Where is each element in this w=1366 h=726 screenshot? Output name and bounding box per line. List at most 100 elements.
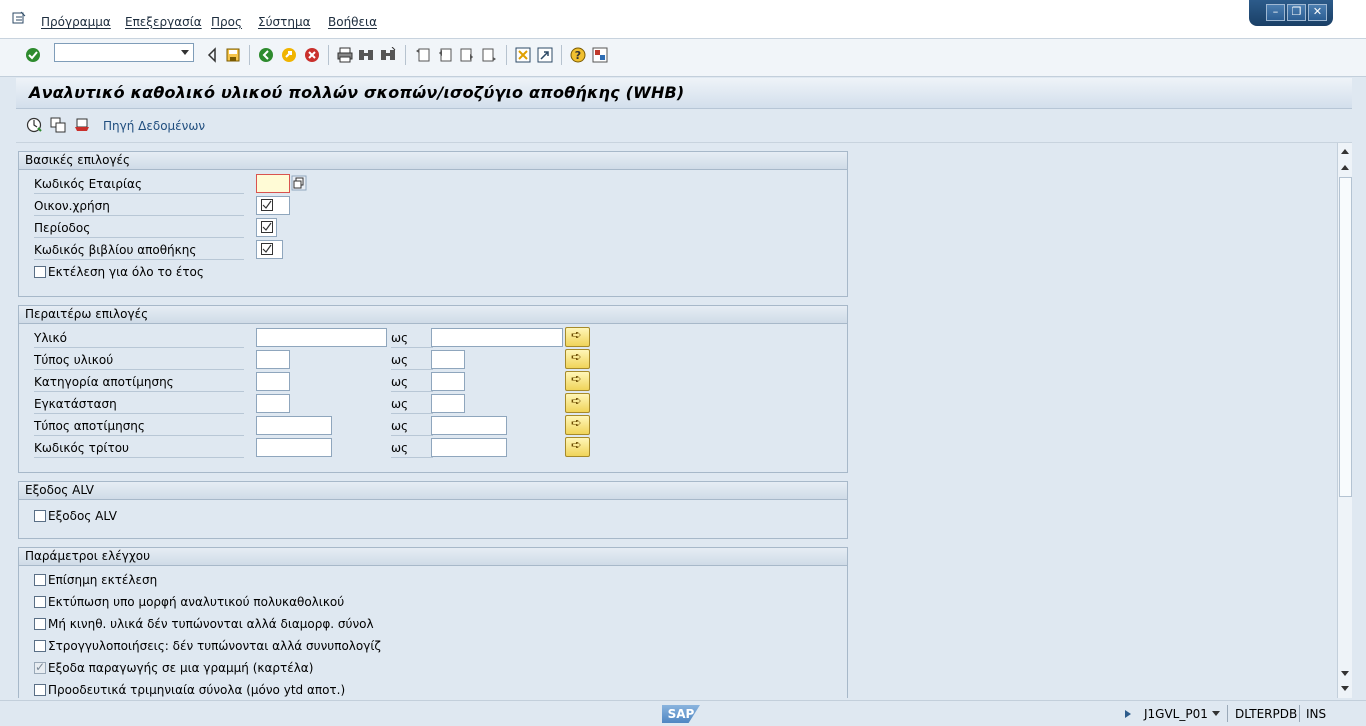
title-bar: Αναλυτικό καθολικό υλικού πολλών σκοπών/… (16, 78, 1352, 109)
execute-icon[interactable] (26, 117, 42, 133)
multiple-selection-icon[interactable] (291, 175, 307, 191)
material-type-to-input[interactable] (431, 350, 465, 369)
variants-icon[interactable] (50, 117, 66, 133)
valuation-class-from-input[interactable] (256, 372, 290, 391)
whole-year-checkbox[interactable] (34, 266, 46, 278)
menu-system[interactable]: Σύστημα (258, 15, 311, 29)
menu-doc-icon[interactable] (12, 11, 26, 25)
third-party-from-input[interactable] (256, 438, 332, 457)
restore-icon[interactable]: ❐ (1287, 4, 1306, 21)
group-alv-header: Εξοδος ALV (19, 482, 847, 500)
non-moving-materials-checkbox[interactable] (34, 618, 46, 630)
group-control-parameters: Παράμετροι ελέγχου Επίσημη εκτέλεση Εκτύ… (18, 547, 848, 698)
exit-icon[interactable] (281, 47, 297, 63)
alv-output-checkbox[interactable] (34, 510, 46, 522)
valuation-type-to-input[interactable] (431, 416, 507, 435)
create-session-icon[interactable] (515, 47, 531, 63)
material-type-from-input[interactable] (256, 350, 290, 369)
production-costs-label: Εξοδα παραγωγής σε μια γραμμή (καρτέλα) (48, 661, 314, 675)
alv-output-label: Εξοδος ALV (48, 509, 117, 523)
menu-program[interactable]: Πρόγραμμα (41, 15, 111, 29)
warehouse-book-input[interactable] (256, 240, 283, 259)
back-icon[interactable] (204, 47, 220, 63)
customize-icon[interactable] (592, 47, 608, 63)
status-expand-icon[interactable] (1124, 709, 1132, 719)
multiple-selection-arrow-icon[interactable] (565, 371, 590, 391)
material-label: Υλικό (34, 331, 244, 348)
shortcut-icon[interactable] (537, 47, 553, 63)
delete-variant-icon[interactable] (74, 117, 90, 133)
row-control-3: Στρογγυλοποιήσεις: δέν τυπώνονται αλλά σ… (19, 636, 847, 658)
multi-ledger-print-checkbox[interactable] (34, 596, 46, 608)
enter-icon[interactable] (25, 47, 41, 63)
to-label: ως (391, 353, 433, 370)
menu-goto[interactable]: Προς (211, 15, 242, 29)
official-run-label: Επίσημη εκτέλεση (48, 573, 158, 587)
plant-to-input[interactable] (431, 394, 465, 413)
find-icon[interactable] (358, 47, 374, 63)
quarterly-totals-checkbox[interactable] (34, 684, 46, 696)
official-run-checkbox[interactable] (34, 574, 46, 586)
group-alv-output: Εξοδος ALV Εξοδος ALV (18, 481, 848, 539)
valuation-class-to-input[interactable] (431, 372, 465, 391)
back-green-icon[interactable] (258, 47, 274, 63)
close-icon[interactable]: ✕ (1308, 4, 1327, 21)
sap-logo: SAP (662, 705, 700, 723)
help-icon[interactable]: ? (570, 47, 586, 63)
material-to-input[interactable] (431, 328, 563, 347)
production-costs-checkbox (34, 660, 46, 674)
next-page-icon[interactable] (459, 47, 475, 63)
warehouse-book-label: Κωδικός βιβλίου αποθήκης (34, 243, 244, 260)
scroll-bottom-icon[interactable] (1340, 685, 1350, 693)
group-basic-selections: Βασικές επιλογές Κωδικός Εταιρίας Οικον.… (18, 151, 848, 297)
row-plant: Εγκατάσταση ως (19, 393, 847, 416)
scroll-top-icon[interactable] (1340, 147, 1350, 155)
vertical-scrollbar[interactable] (1337, 143, 1352, 698)
required-check-icon (261, 243, 273, 255)
multiple-selection-arrow-icon[interactable] (565, 349, 590, 369)
system-name: DLTERPDB (1235, 707, 1298, 721)
multiple-selection-arrow-icon[interactable] (565, 437, 590, 457)
multiple-selection-arrow-icon[interactable] (565, 415, 590, 435)
company-code-input[interactable] (256, 174, 290, 193)
material-from-input[interactable] (256, 328, 387, 347)
multiple-selection-arrow-icon[interactable] (565, 393, 590, 413)
last-page-icon[interactable] (481, 47, 497, 63)
row-company-code: Κωδικός Εταιρίας (19, 174, 847, 196)
third-party-to-input[interactable] (431, 438, 507, 457)
row-control-0: Επίσημη εκτέλεση (19, 570, 847, 592)
prev-page-icon[interactable] (437, 47, 453, 63)
command-field[interactable] (54, 43, 194, 62)
multi-ledger-print-label: Εκτύπωση υπο μορφή αναλυτικού πολυκαθολι… (48, 595, 345, 609)
row-period: Περίοδος (19, 218, 847, 240)
roundings-checkbox[interactable] (34, 640, 46, 652)
to-label: ως (391, 397, 433, 414)
svg-text:?: ? (575, 49, 581, 62)
period-input[interactable] (256, 218, 277, 237)
scroll-up-icon[interactable] (1340, 163, 1350, 171)
multiple-selection-arrow-icon[interactable] (565, 327, 590, 347)
data-source-button[interactable]: Πηγή Δεδομένων (103, 119, 205, 133)
minimize-icon[interactable]: – (1266, 4, 1285, 21)
chevron-down-icon[interactable] (1211, 710, 1221, 717)
application-toolbar: Πηγή Δεδομένων (16, 109, 1352, 143)
save-icon[interactable] (225, 47, 241, 63)
find-next-icon[interactable] (380, 47, 396, 63)
valuation-type-from-input[interactable] (256, 416, 332, 435)
cancel-icon[interactable] (304, 47, 320, 63)
status-bar: SAP J1GVL_P01 DLTERPDB INS (0, 700, 1366, 726)
first-page-icon[interactable] (415, 47, 431, 63)
scrollbar-thumb[interactable] (1339, 177, 1352, 497)
row-fiscal-year: Οικον.χρήση (19, 196, 847, 218)
menu-edit[interactable]: Επεξεργασία (125, 15, 202, 29)
row-whole-year: Εκτέλεση για όλο το έτος (19, 262, 847, 284)
print-icon[interactable] (337, 47, 353, 63)
row-alv: Εξοδος ALV (19, 506, 847, 528)
fiscal-year-input[interactable] (256, 196, 290, 215)
scroll-down-icon[interactable] (1340, 670, 1350, 678)
plant-from-input[interactable] (256, 394, 290, 413)
menu-help[interactable]: Βοήθεια (328, 15, 377, 29)
to-label: ως (391, 375, 433, 392)
required-check-icon (261, 221, 273, 233)
chevron-down-icon[interactable] (181, 50, 189, 55)
